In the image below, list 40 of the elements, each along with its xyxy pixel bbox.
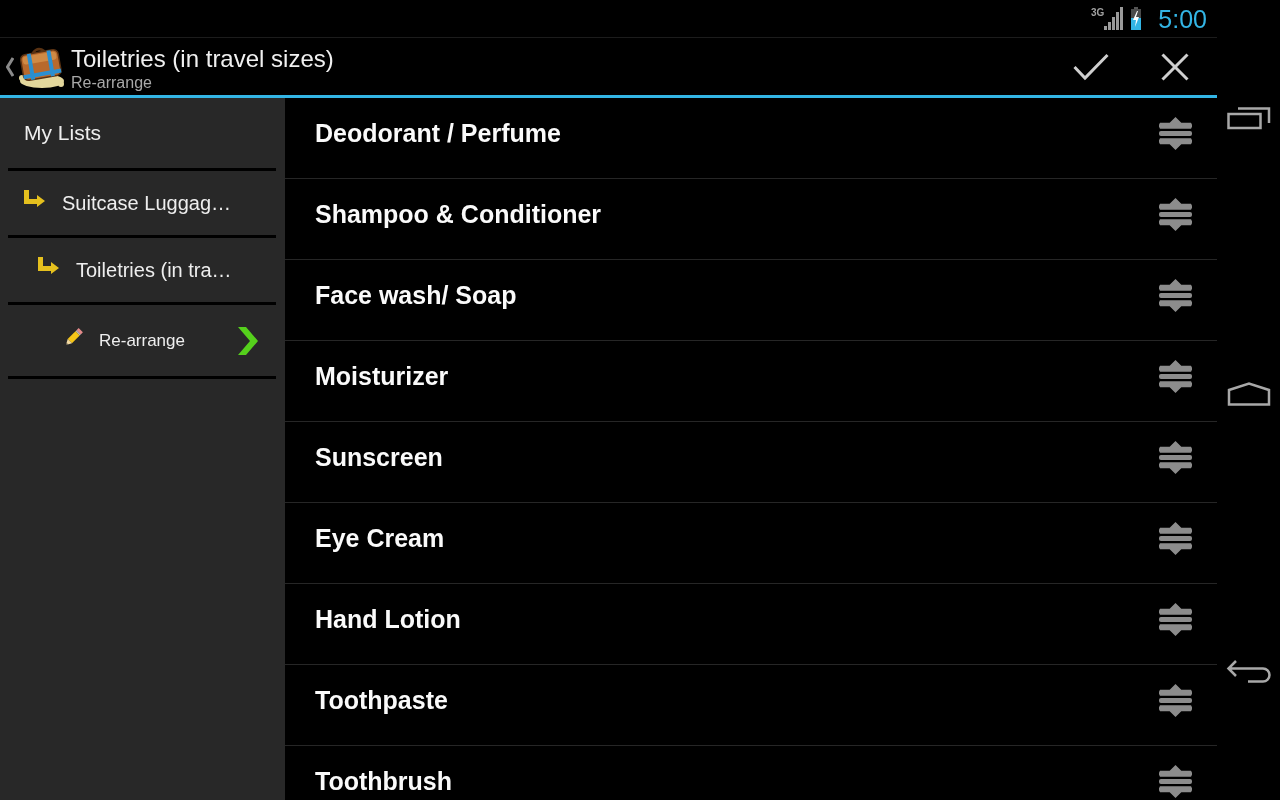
recent-apps-icon [1226, 106, 1271, 130]
drag-handle-icon[interactable] [1158, 602, 1193, 636]
chevron-right-icon [238, 326, 258, 355]
sidebar-item[interactable]: Suitcase Luggag… [8, 171, 276, 238]
drag-handle-icon[interactable] [1158, 359, 1193, 393]
drag-handle-icon[interactable] [1158, 278, 1193, 312]
recent-apps-button[interactable] [1226, 106, 1271, 130]
list-item-label: Toothbrush [315, 766, 453, 796]
action-bar-title: Toiletries (in travel sizes) [71, 44, 334, 72]
list-item-label: Sunscreen [315, 442, 444, 472]
list-item-label: Shampoo & Conditioner [315, 199, 603, 229]
sidebar-item[interactable]: Re-arrange [8, 305, 276, 379]
home-icon [1226, 382, 1271, 406]
sidebar-item[interactable]: Toiletries (in tra… [8, 238, 276, 305]
drag-handle-icon[interactable] [1158, 683, 1193, 717]
bent-arrow-icon [38, 257, 59, 275]
battery-icon [1131, 7, 1142, 30]
list-item-label: Hand Lotion [315, 604, 462, 634]
drag-handle-icon[interactable] [1158, 764, 1193, 798]
list-item-label: Face wash/ Soap [315, 280, 518, 310]
signal-icon [1104, 7, 1124, 30]
drag-handle-icon[interactable] [1158, 521, 1193, 555]
home-button[interactable] [1226, 382, 1271, 406]
action-bar-subtitle: Re-arrange [71, 72, 152, 93]
bent-arrow-icon [24, 190, 45, 208]
back-icon [1225, 658, 1272, 684]
drag-handle-icon[interactable] [1158, 197, 1193, 231]
check-icon [1073, 52, 1109, 81]
list-item-label: Deodorant / Perfume [315, 118, 562, 148]
list-item-label: Moisturizer [315, 361, 450, 391]
close-icon [1161, 52, 1189, 81]
status-time: 5:00 [1158, 3, 1207, 34]
sidebar-header-item[interactable]: My Lists [8, 98, 276, 171]
network-type-label: 3G [1091, 7, 1105, 18]
list-item-label: Eye Cream [315, 523, 446, 553]
list-item-label: Toothpaste [315, 685, 449, 715]
drag-handle-icon[interactable] [1158, 440, 1193, 474]
back-button[interactable] [1225, 658, 1272, 684]
drag-handle-icon[interactable] [1158, 116, 1193, 150]
caret-icon [6, 56, 14, 77]
